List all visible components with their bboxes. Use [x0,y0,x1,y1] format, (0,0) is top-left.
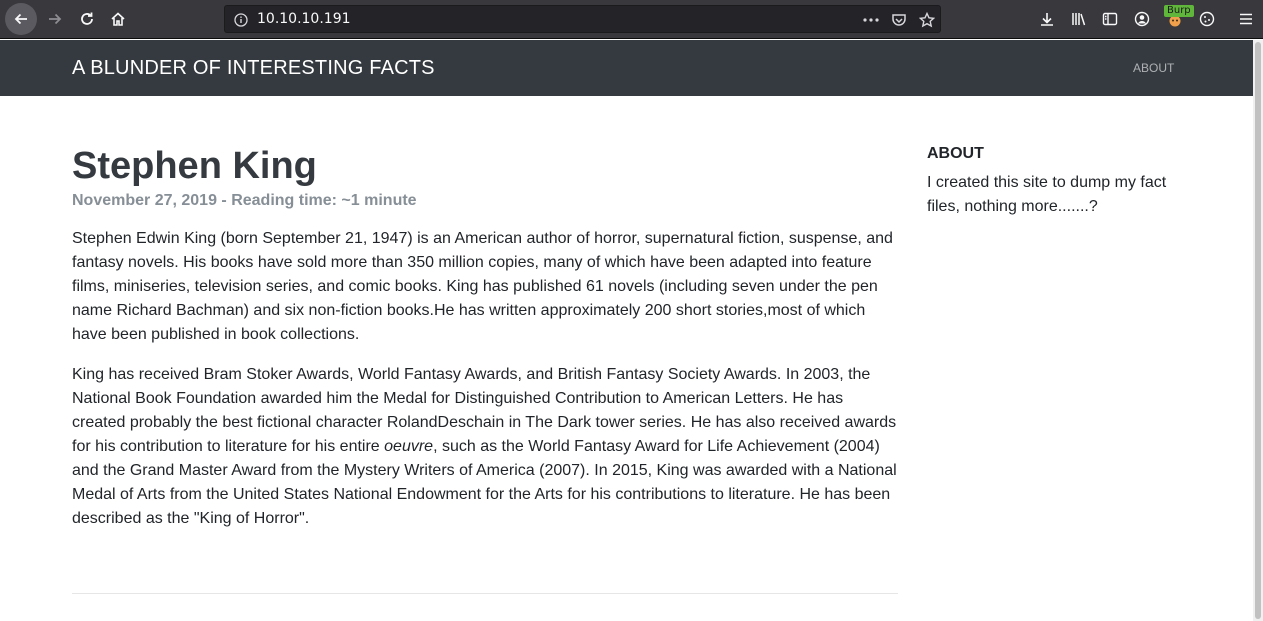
site-navbar: A BLUNDER OF INTERESTING FACTS ABOUT [0,40,1253,96]
sidebar-icon[interactable] [1095,4,1125,34]
emphasis-text: oeuvre [384,438,434,455]
url-text[interactable]: 10.10.10.191 [257,11,351,27]
post-title: Stephen King [72,145,317,187]
post-paragraph: Stephen Edwin King (born September 21, 1… [72,230,893,343]
back-icon[interactable] [5,3,37,35]
nav-about-link[interactable]: ABOUT [1133,61,1174,75]
cookie-icon[interactable] [1192,4,1222,34]
more-icon[interactable] [861,10,881,30]
post-meta: November 27, 2019 - Reading time: ~1 min… [72,192,417,209]
forward-icon[interactable] [40,4,70,34]
sidebar: ABOUT I created this site to dump my fac… [927,144,1187,219]
info-icon[interactable] [233,12,249,28]
reload-icon[interactable] [72,4,102,34]
post-paragraph: King has received Bram Stoker Awards, Wo… [72,363,898,531]
pocket-icon[interactable] [889,10,909,30]
browser-toolbar: 10.10.10.191 Burp [0,0,1263,39]
home-icon[interactable] [103,4,133,34]
sidebar-title: ABOUT [927,145,984,162]
divider [72,593,898,594]
download-icon[interactable] [1032,4,1062,34]
burp-badge: Burp [1164,5,1194,17]
scrollbar-thumb[interactable] [1255,42,1261,619]
menu-icon[interactable] [1231,4,1261,34]
post-body: Stephen Edwin King (born September 21, 1… [72,227,898,531]
star-icon[interactable] [917,10,937,30]
account-icon[interactable] [1127,4,1157,34]
library-icon[interactable] [1064,4,1094,34]
site-brand[interactable]: A BLUNDER OF INTERESTING FACTS [72,57,435,80]
page-scrollbar[interactable] [1253,40,1263,621]
post-article: Stephen King November 27, 2019 - Reading… [72,140,898,531]
url-bar[interactable]: 10.10.10.191 [224,5,941,33]
sidebar-text: I created this site to dump my fact file… [927,174,1167,215]
